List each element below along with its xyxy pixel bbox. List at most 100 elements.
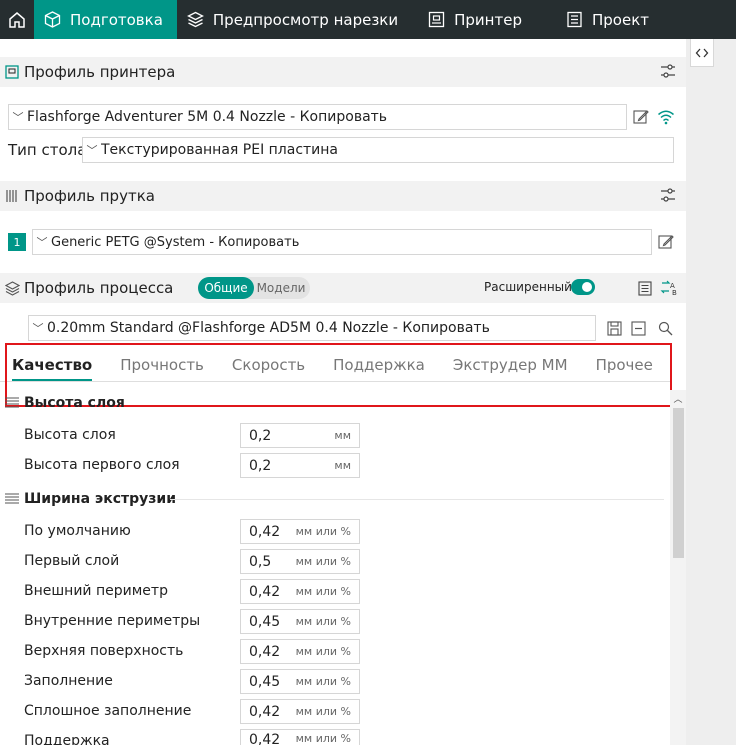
field-value: 0,5 — [249, 553, 272, 570]
row-label: Высота первого слоя — [24, 457, 180, 473]
field-value: 0,2 — [249, 427, 272, 444]
process-profile-select[interactable]: ﹀ 0.20mm Standard @Flashforge AD5M 0.4 N… — [28, 315, 596, 341]
field-unit: мм или % — [295, 705, 351, 718]
tab-project[interactable]: Проект — [556, 0, 663, 39]
row-label: Высота слоя — [24, 427, 116, 443]
outer-wall-width-field[interactable]: 0,42 мм или % — [240, 579, 360, 604]
chevron-down-icon: ﹀ — [36, 236, 48, 249]
filament-profile-title: Профиль прутка — [24, 187, 155, 205]
save-preset-button[interactable] — [605, 319, 623, 337]
inner-wall-width-field[interactable]: 0,45 мм или % — [240, 609, 360, 634]
tab-others[interactable]: Прочее — [596, 356, 653, 381]
process-mode-toggle[interactable]: Общие Модели — [198, 277, 310, 299]
edit-filament-button[interactable] — [657, 233, 675, 251]
tab-prepare-label: Подготовка — [70, 10, 163, 29]
group-line-width-title: Ширина экструзии — [24, 491, 177, 507]
printer-icon — [428, 11, 445, 28]
process-profile-title: Профиль процесса — [24, 279, 174, 297]
edit-printer-button[interactable] — [632, 108, 650, 126]
group-icon — [5, 493, 19, 504]
tab-quality[interactable]: Качество — [12, 356, 93, 381]
remove-preset-button[interactable] — [629, 319, 647, 337]
filament-settings-button[interactable] — [660, 187, 676, 207]
group-line-width: Ширина экструзии — [0, 491, 176, 507]
default-width-field[interactable]: 0,42 мм или % — [240, 519, 360, 544]
field-value: 0,2 — [249, 457, 272, 474]
scroll-thumb[interactable] — [673, 408, 684, 558]
printer-profile-header: Профиль принтера — [0, 57, 686, 87]
process-profile-value: 0.20mm Standard @Flashforge AD5M 0.4 Noz… — [47, 320, 490, 336]
field-unit: мм или % — [295, 645, 351, 658]
bed-type-value: Текстурированная PEI пластина — [101, 142, 339, 158]
wifi-button[interactable] — [657, 108, 675, 126]
filament-slot-badge[interactable]: 1 — [8, 233, 26, 251]
collapse-icon — [695, 48, 709, 57]
sliders-icon — [661, 188, 675, 202]
tab-preview[interactable]: Предпросмотр нарезки — [177, 0, 412, 39]
wifi-icon — [658, 110, 674, 125]
mode-global-option[interactable]: Общие — [198, 277, 254, 299]
printer-profile-title: Профиль принтера — [24, 63, 176, 81]
row-label: Заполнение — [24, 673, 113, 689]
collapse-sidebar-button[interactable] — [690, 39, 714, 67]
support-width-field[interactable]: 0,42 мм или % — [240, 729, 360, 745]
minus-box-icon — [630, 320, 646, 336]
scroll-up-arrow-icon[interactable]: ︿ — [670, 390, 686, 406]
settings-tabs: Качество Прочность Скорость Поддержка Эк… — [0, 350, 670, 382]
row-label: Поддержка — [24, 733, 110, 745]
group-layer-height-title: Высота слоя — [24, 395, 125, 411]
field-value: 0,45 — [249, 673, 281, 690]
row-label: По умолчанию — [24, 523, 131, 539]
right-strip — [686, 39, 736, 745]
printer-profile-icon — [5, 65, 19, 79]
printer-settings-button[interactable] — [660, 63, 676, 83]
first-layer-height-field[interactable]: 0,2 мм — [240, 453, 360, 478]
layers-icon — [186, 11, 204, 28]
filament-profile-header: Профиль прутка — [0, 181, 686, 211]
edit-icon — [633, 110, 649, 124]
field-unit: мм — [334, 459, 351, 472]
layer-height-field[interactable]: 0,2 мм — [240, 423, 360, 448]
home-button[interactable] — [0, 0, 34, 39]
bed-type-select[interactable]: ﹀ Текстурированная PEI пластина — [82, 137, 674, 163]
mode-objects-option[interactable]: Модели — [254, 281, 308, 295]
settings-scrollbar[interactable]: ︿ — [670, 390, 686, 745]
top-surface-width-field[interactable]: 0,42 мм или % — [240, 639, 360, 664]
field-value: 0,42 — [249, 643, 281, 660]
tab-project-label: Проект — [591, 10, 649, 29]
group-icon — [5, 397, 19, 408]
process-list-button[interactable] — [636, 279, 654, 297]
printer-profile-value: Flashforge Adventurer 5M 0.4 Nozzle - Ко… — [27, 109, 388, 125]
edit-icon — [658, 235, 674, 249]
top-navigation-bar: Подготовка Предпросмотр нарезки Принтер … — [0, 0, 736, 39]
search-button[interactable] — [656, 319, 674, 337]
tab-speed[interactable]: Скорость — [232, 356, 305, 381]
row-label: Первый слой — [24, 553, 120, 569]
field-unit: мм или % — [295, 615, 351, 628]
bed-type-label: Тип стола — [8, 141, 87, 159]
tab-multimaterial[interactable]: Экструдер ММ — [453, 356, 568, 381]
tab-strength[interactable]: Прочность — [120, 356, 204, 381]
svg-text:B: B — [672, 289, 677, 297]
infill-width-field[interactable]: 0,45 мм или % — [240, 669, 360, 694]
field-unit: мм или % — [295, 732, 351, 745]
advanced-switch[interactable] — [571, 279, 595, 295]
field-unit: мм — [334, 429, 351, 442]
tab-prepare[interactable]: Подготовка — [34, 0, 177, 39]
group-divider — [170, 499, 664, 500]
tab-support[interactable]: Поддержка — [333, 356, 425, 381]
sliders-icon — [661, 64, 675, 78]
advanced-label: Расширенный — [484, 280, 572, 294]
solid-infill-width-field[interactable]: 0,42 мм или % — [240, 699, 360, 724]
printer-profile-select[interactable]: ﹀ Flashforge Adventurer 5M 0.4 Nozzle - … — [8, 104, 627, 130]
group-layer-height: Высота слоя — [0, 395, 125, 411]
filament-profile-select[interactable]: ﹀ Generic PETG @System - Копировать — [32, 229, 652, 255]
compare-button[interactable]: AB — [660, 279, 678, 297]
tab-printer-label: Принтер — [454, 10, 522, 29]
save-icon — [606, 320, 622, 336]
field-unit: мм или % — [295, 555, 351, 568]
row-label: Внешний периметр — [24, 583, 168, 599]
list-icon — [638, 280, 652, 296]
first-layer-width-field[interactable]: 0,5 мм или % — [240, 549, 360, 574]
tab-printer[interactable]: Принтер — [418, 0, 536, 39]
